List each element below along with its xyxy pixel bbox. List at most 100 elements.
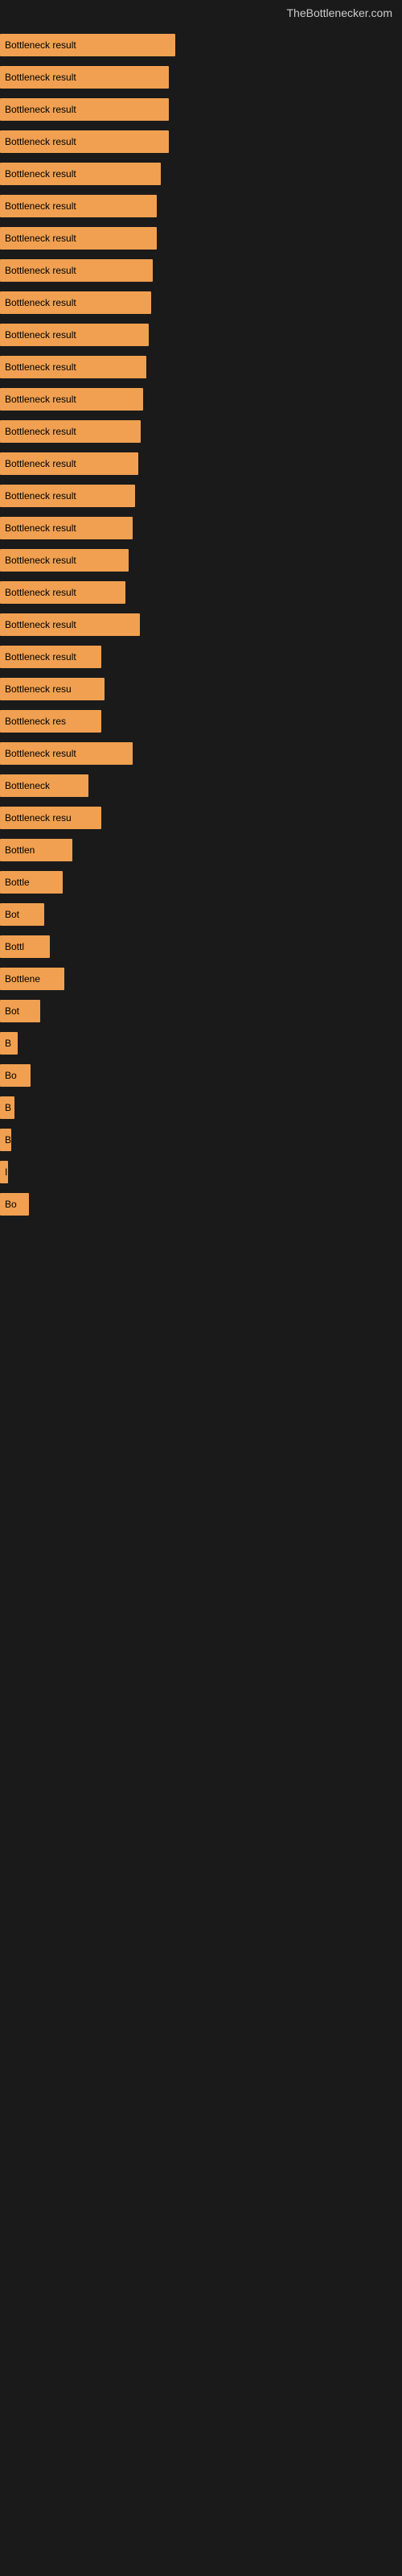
bar-row: Bottleneck result — [0, 63, 402, 92]
bar-label: Bottleneck result — [5, 619, 76, 630]
result-bar: Bottleneck result — [0, 452, 138, 475]
result-bar: Bottleneck result — [0, 291, 151, 314]
bar-row: Bot — [0, 997, 402, 1026]
bar-row: Bottleneck result — [0, 449, 402, 478]
bar-row: Bottleneck result — [0, 642, 402, 671]
bar-row: B — [0, 1125, 402, 1154]
result-bar: B — [0, 1129, 11, 1151]
bar-row: Bottleneck res — [0, 707, 402, 736]
site-title: TheBottlenecker.com — [0, 0, 402, 23]
bar-row: Bottleneck result — [0, 385, 402, 414]
bar-label: Bottleneck result — [5, 39, 76, 51]
bar-label: Bottleneck result — [5, 490, 76, 502]
result-bar: Bottleneck result — [0, 613, 140, 636]
bar-row: Bottleneck result — [0, 610, 402, 639]
bar-row: Bottleneck result — [0, 127, 402, 156]
bar-label: Bo — [5, 1199, 17, 1210]
bar-label: Bottleneck resu — [5, 683, 72, 695]
result-bar: Bot — [0, 1000, 40, 1022]
result-bar: Bottleneck result — [0, 227, 157, 250]
result-bar: Bottleneck result — [0, 195, 157, 217]
result-bar: I — [0, 1161, 8, 1183]
bar-label: Bottleneck result — [5, 522, 76, 534]
result-bar: Bottleneck — [0, 774, 88, 797]
bar-label: Bottleneck result — [5, 426, 76, 437]
result-bar: Bottleneck resu — [0, 678, 105, 700]
bar-row: I — [0, 1158, 402, 1187]
bar-label: Bottlene — [5, 973, 40, 985]
bar-label: Bot — [5, 909, 19, 920]
bar-row: Bot — [0, 900, 402, 929]
bars-container: Bottleneck result Bottleneck result Bottle… — [0, 23, 402, 1230]
bar-row: Bottleneck result — [0, 514, 402, 543]
bar-label: Bottleneck result — [5, 394, 76, 405]
result-bar: Bottleneck resu — [0, 807, 101, 829]
bar-label: Bottleneck result — [5, 297, 76, 308]
bar-row: Bottleneck result — [0, 320, 402, 349]
result-bar: Bottleneck result — [0, 66, 169, 89]
result-bar: Bot — [0, 903, 44, 926]
bar-label: Bottleneck res — [5, 716, 66, 727]
bar-row: Bottleneck result — [0, 481, 402, 510]
bar-row: Bottleneck result — [0, 224, 402, 253]
bar-row: Bottlene — [0, 964, 402, 993]
result-bar: Bottleneck result — [0, 549, 129, 572]
result-bar: Bo — [0, 1064, 31, 1087]
result-bar: Bottl — [0, 935, 50, 958]
bar-label: Bottleneck result — [5, 136, 76, 147]
result-bar: Bottleneck result — [0, 485, 135, 507]
bar-label: Bottl — [5, 941, 24, 952]
bar-label: Bottleneck result — [5, 72, 76, 83]
bar-label: Bottleneck result — [5, 200, 76, 212]
bar-row: Bottl — [0, 932, 402, 961]
bar-label: Bottle — [5, 877, 30, 888]
bar-label: B — [5, 1134, 11, 1146]
result-bar: Bottleneck result — [0, 420, 141, 443]
result-bar: Bottleneck result — [0, 742, 133, 765]
bar-row: Bottleneck result — [0, 95, 402, 124]
bar-label: B — [5, 1038, 11, 1049]
result-bar: Bottlene — [0, 968, 64, 990]
result-bar: Bottleneck result — [0, 581, 125, 604]
bar-row: Bo — [0, 1190, 402, 1219]
bar-row: Bottleneck result — [0, 288, 402, 317]
bar-label: B — [5, 1102, 11, 1113]
bar-row: Bottlen — [0, 836, 402, 865]
bar-row: Bottleneck result — [0, 353, 402, 382]
result-bar: Bottleneck result — [0, 163, 161, 185]
result-bar: Bottleneck result — [0, 646, 101, 668]
bar-row: Bottleneck resu — [0, 675, 402, 704]
result-bar: Bottleneck res — [0, 710, 101, 733]
bar-label: Bottleneck result — [5, 651, 76, 663]
bar-label: Bottleneck result — [5, 104, 76, 115]
bar-row: Bottleneck resu — [0, 803, 402, 832]
result-bar: Bottleneck result — [0, 259, 153, 282]
bar-label: Bottleneck result — [5, 555, 76, 566]
bar-row: Bottleneck result — [0, 192, 402, 221]
bar-label: Bo — [5, 1070, 17, 1081]
result-bar: Bottleneck result — [0, 98, 169, 121]
bar-label: Bottleneck result — [5, 233, 76, 244]
bar-label: Bottleneck result — [5, 587, 76, 598]
result-bar: Bottleneck result — [0, 130, 169, 153]
bar-row: Bottleneck result — [0, 739, 402, 768]
bar-row: Bottleneck result — [0, 578, 402, 607]
bar-label: Bottleneck result — [5, 168, 76, 180]
bar-label: Bottlen — [5, 844, 35, 856]
bar-row: Bo — [0, 1061, 402, 1090]
result-bar: Bo — [0, 1193, 29, 1216]
result-bar: B — [0, 1096, 14, 1119]
result-bar: B — [0, 1032, 18, 1055]
bar-row: Bottleneck result — [0, 546, 402, 575]
bar-row: Bottleneck — [0, 771, 402, 800]
bar-row: Bottle — [0, 868, 402, 897]
bar-label: Bottleneck result — [5, 361, 76, 373]
bar-label: I — [5, 1166, 7, 1178]
bar-row: Bottleneck result — [0, 31, 402, 60]
bar-label: Bottleneck resu — [5, 812, 72, 824]
bar-row: B — [0, 1093, 402, 1122]
result-bar: Bottleneck result — [0, 34, 175, 56]
result-bar: Bottleneck result — [0, 324, 149, 346]
result-bar: Bottle — [0, 871, 63, 894]
bar-row: Bottleneck result — [0, 159, 402, 188]
